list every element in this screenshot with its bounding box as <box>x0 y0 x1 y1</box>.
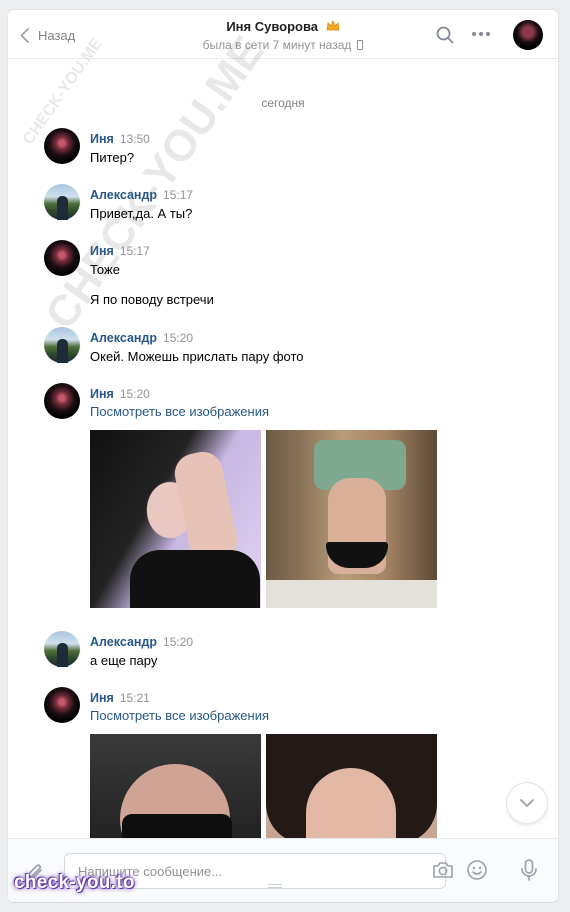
message-time: 15:20 <box>119 387 150 401</box>
avatar[interactable] <box>44 327 80 363</box>
photo-attachment[interactable] <box>266 734 437 838</box>
avatar[interactable] <box>44 631 80 667</box>
photo-attachment[interactable] <box>90 734 261 838</box>
smile-icon[interactable] <box>466 859 488 881</box>
avatar[interactable] <box>44 184 80 220</box>
resize-grip[interactable] <box>268 884 282 888</box>
camera-icon[interactable] <box>432 861 454 879</box>
phone-icon <box>357 40 364 50</box>
message-author[interactable]: Александр <box>90 188 157 202</box>
message-time: 13:50 <box>119 132 150 146</box>
message-text: Я по поводу встречи <box>90 292 214 307</box>
message-text: Тоже <box>90 262 120 277</box>
message-text: Окей. Можешь прислать пару фото <box>90 349 304 364</box>
message-time: 15:20 <box>163 635 194 649</box>
message-text: Привет,да. А ты? <box>90 206 193 221</box>
chat-panel: Назад Иня Суворова была в сети 7 минут н… <box>8 10 558 902</box>
message-time: 15:20 <box>163 331 194 345</box>
message-author[interactable]: Иня <box>90 244 114 258</box>
avatar[interactable] <box>44 240 80 276</box>
online-status: была в сети 7 минут назад <box>8 38 558 52</box>
avatar[interactable] <box>44 687 80 723</box>
view-all-images-link[interactable]: Посмотреть все изображения <box>90 404 269 419</box>
avatar[interactable] <box>44 383 80 419</box>
message-author[interactable]: Иня <box>90 132 114 146</box>
message-text: Питер? <box>90 150 135 165</box>
chevron-down-icon <box>520 799 534 807</box>
message-author[interactable]: Иня <box>90 387 114 401</box>
crown-emoji-icon <box>326 20 340 31</box>
contact-name[interactable]: Иня Суворова <box>226 19 318 34</box>
date-separator: сегодня <box>261 96 305 110</box>
search-icon[interactable] <box>436 26 454 44</box>
photo-attachment[interactable] <box>90 430 261 608</box>
status-text: была в сети 7 минут назад <box>202 38 352 52</box>
photo-attachment[interactable] <box>266 430 437 608</box>
message-author[interactable]: Иня <box>90 691 114 705</box>
message-author[interactable]: Александр <box>90 635 157 649</box>
message-text: а еще пару <box>90 653 158 668</box>
view-all-images-link[interactable]: Посмотреть все изображения <box>90 708 269 723</box>
message-time: 15:21 <box>119 691 150 705</box>
message-time: 15:17 <box>119 244 150 258</box>
microphone-icon[interactable] <box>520 858 538 882</box>
more-icon[interactable] <box>472 32 490 36</box>
brand-watermark: check-you.to <box>14 872 135 893</box>
message-time: 15:17 <box>163 188 194 202</box>
message-author[interactable]: Александр <box>90 331 157 345</box>
avatar[interactable] <box>44 128 80 164</box>
scroll-down-button[interactable] <box>507 783 547 823</box>
contact-avatar[interactable] <box>513 20 543 50</box>
chat-header: Назад Иня Суворова была в сети 7 минут н… <box>8 10 558 59</box>
